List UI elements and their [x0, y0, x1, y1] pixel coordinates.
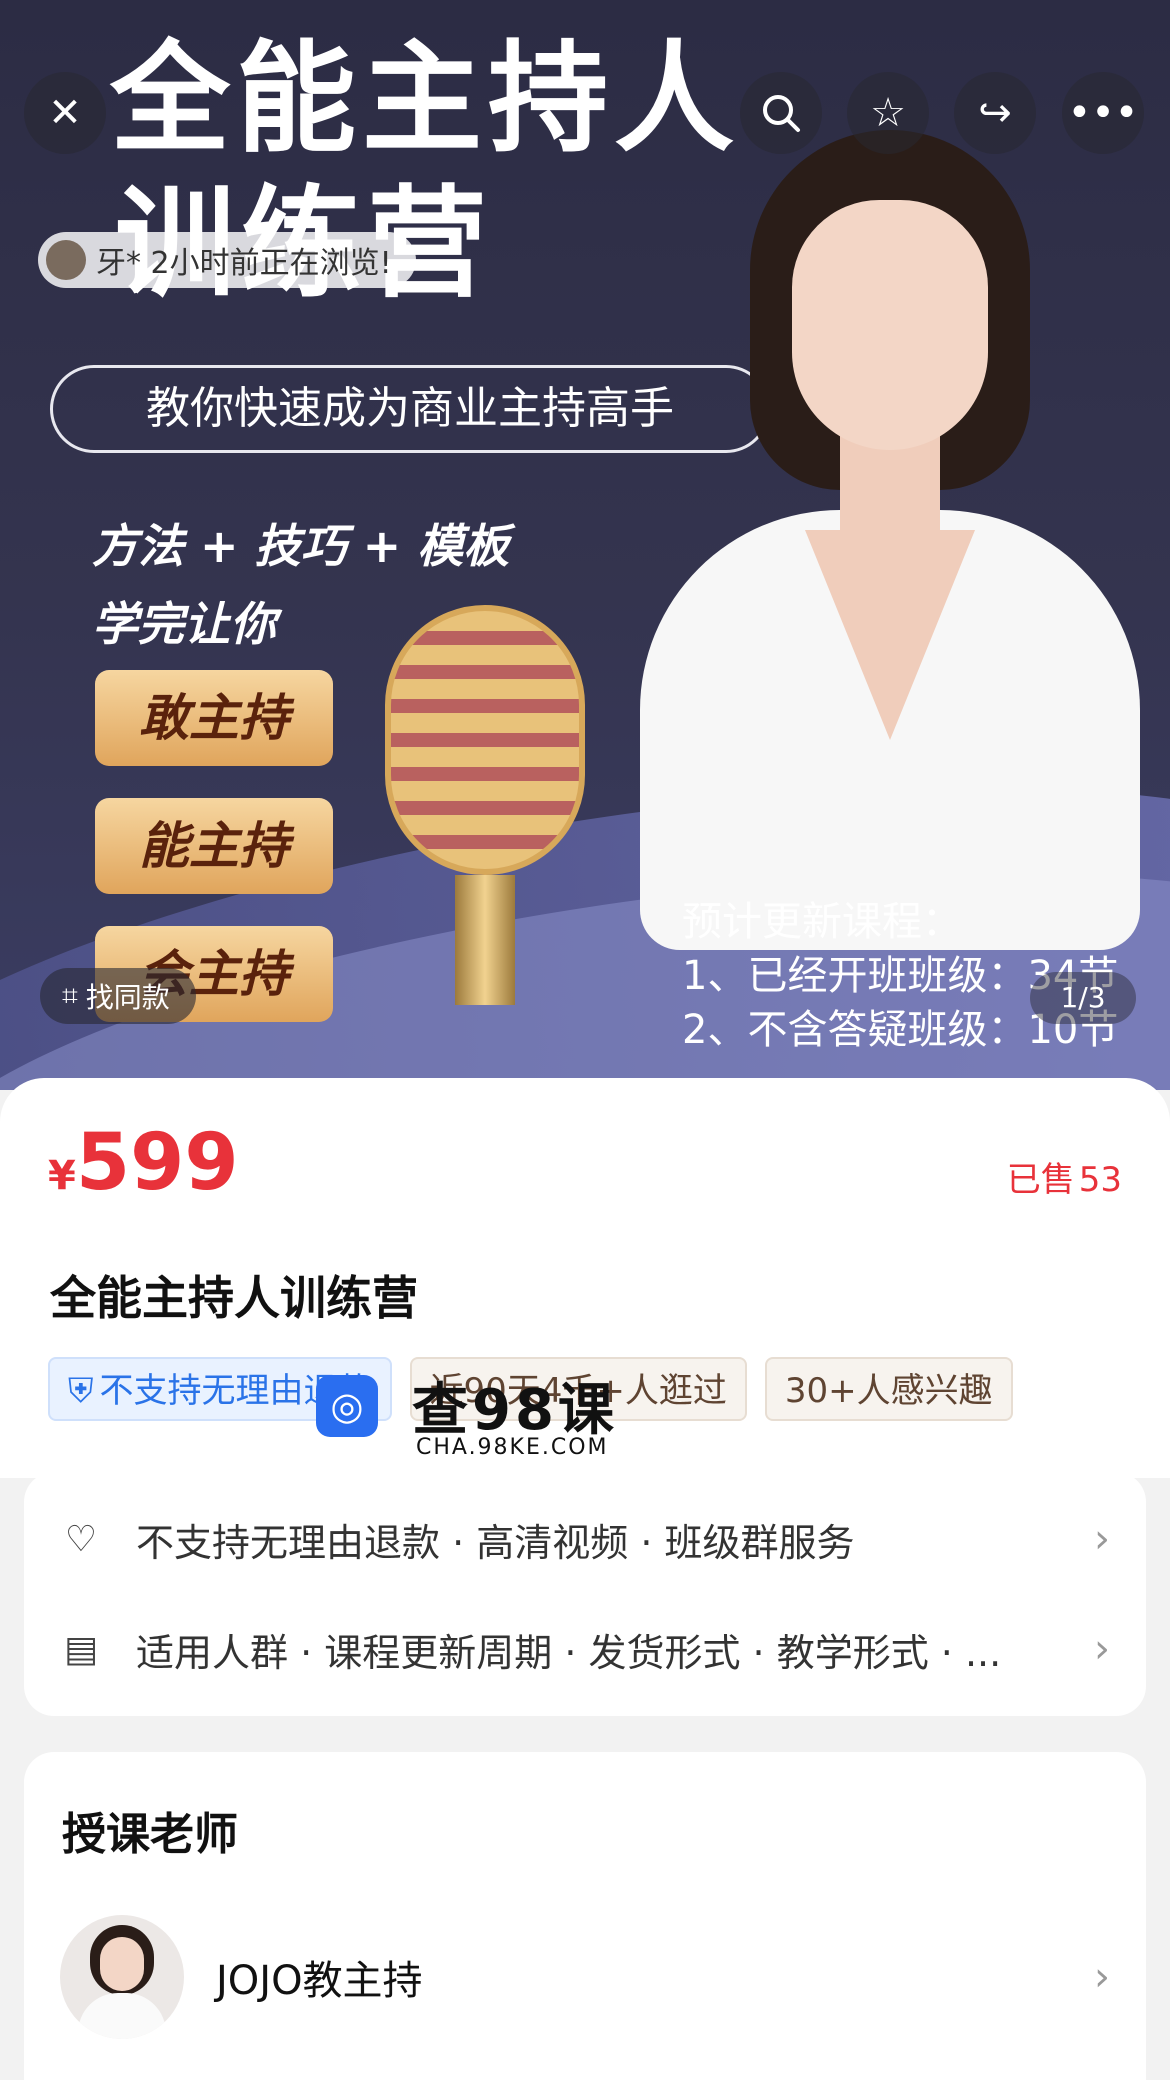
banner-formula: 方法 + 技巧 + 模板 — [92, 519, 510, 573]
find-similar-label: 找同款 — [85, 981, 170, 1014]
browsing-text: 牙* 2小时前正在浏览! — [96, 246, 392, 281]
microphone-illustration — [385, 605, 585, 1005]
watermark-url: CHA.98KE.COM — [416, 1435, 609, 1460]
teacher-row[interactable]: JOJO教主持 › — [60, 1912, 1110, 2042]
share-button[interactable]: ↪ — [954, 72, 1036, 154]
sold-count: 已售 53 — [1003, 1152, 1122, 1201]
browsing-notice: 牙* 2小时前正在浏览! — [38, 232, 416, 288]
close-icon: ✕ — [48, 90, 82, 136]
clipboard-icon: ▤ — [63, 1628, 98, 1670]
service-row-guarantee[interactable]: ♡ 不支持无理由退款 · 高清视频 · 班级群服务 › — [60, 1484, 1110, 1594]
price-currency: ¥ — [48, 1153, 76, 1199]
find-similar-button[interactable]: ⌗ 找同款 — [40, 968, 196, 1024]
price: ¥599 — [48, 1118, 239, 1208]
teacher-card: 授课老师 JOJO教主持 › — [24, 1752, 1146, 2080]
service-row-params[interactable]: ▤ 适用人群 · 课程更新周期 · 发货形式 · 教学形式 · ... › — [60, 1594, 1110, 1704]
scan-icon: ⌗ — [62, 979, 78, 1012]
teacher-heading: 授课老师 — [62, 1809, 238, 1860]
banner-badge-dare: 敢主持 — [95, 670, 333, 766]
chevron-right-icon: › — [1094, 1954, 1110, 2000]
price-amount: 599 — [75, 1118, 239, 1208]
search-icon — [763, 95, 800, 132]
heart-shield-icon: ♡ — [64, 1518, 98, 1560]
sold-number: 53 — [1078, 1160, 1122, 1200]
browsing-user-avatar — [46, 240, 86, 280]
star-icon: ☆ — [870, 90, 906, 136]
watermark-name: 查98课 — [412, 1378, 618, 1443]
sold-label: 已售 — [1006, 1160, 1075, 1200]
watermark: ◎ 查98课 CHA.98KE.COM — [316, 1365, 618, 1460]
image-page-indicator: 1/3 — [1030, 972, 1136, 1024]
tag-interested[interactable]: 30+人感兴趣 — [764, 1357, 1013, 1421]
shield-icon: ⛨ — [68, 1371, 94, 1411]
product-title: 全能主持人训练营 — [50, 1271, 418, 1325]
banner-badge-able: 能主持 — [95, 798, 333, 894]
service-params-text: 适用人群 · 课程更新周期 · 发货形式 · 教学形式 · ... — [136, 1630, 1002, 1675]
host-photo — [600, 130, 1160, 950]
favorite-button[interactable]: ☆ — [847, 72, 929, 154]
chevron-right-icon: › — [1094, 1516, 1110, 1562]
teacher-name: JOJO教主持 — [216, 1958, 423, 2004]
watermark-logo-icon: ◎ — [316, 1374, 378, 1437]
update-heading: 预计更新课程： — [682, 899, 962, 945]
service-guarantee-text: 不支持无理由退款 · 高清视频 · 班级群服务 — [136, 1520, 855, 1565]
product-image-carousel[interactable]: 全能主持人 训练营 教你快速成为商业主持高手 方法 + 技巧 + 模板 学完让你… — [0, 0, 1170, 1090]
search-button[interactable] — [740, 72, 822, 154]
more-icon: ••• — [1067, 90, 1139, 136]
banner-learn-text: 学完让你 — [92, 597, 276, 651]
teacher-avatar — [60, 1915, 184, 2039]
share-icon: ↪ — [978, 90, 1012, 136]
chevron-right-icon: › — [1094, 1626, 1110, 1672]
service-card: ♡ 不支持无理由退款 · 高清视频 · 班级群服务 › ▤ 适用人群 · 课程更… — [24, 1472, 1146, 1716]
more-button[interactable]: ••• — [1062, 72, 1144, 154]
close-button[interactable]: ✕ — [24, 72, 106, 154]
